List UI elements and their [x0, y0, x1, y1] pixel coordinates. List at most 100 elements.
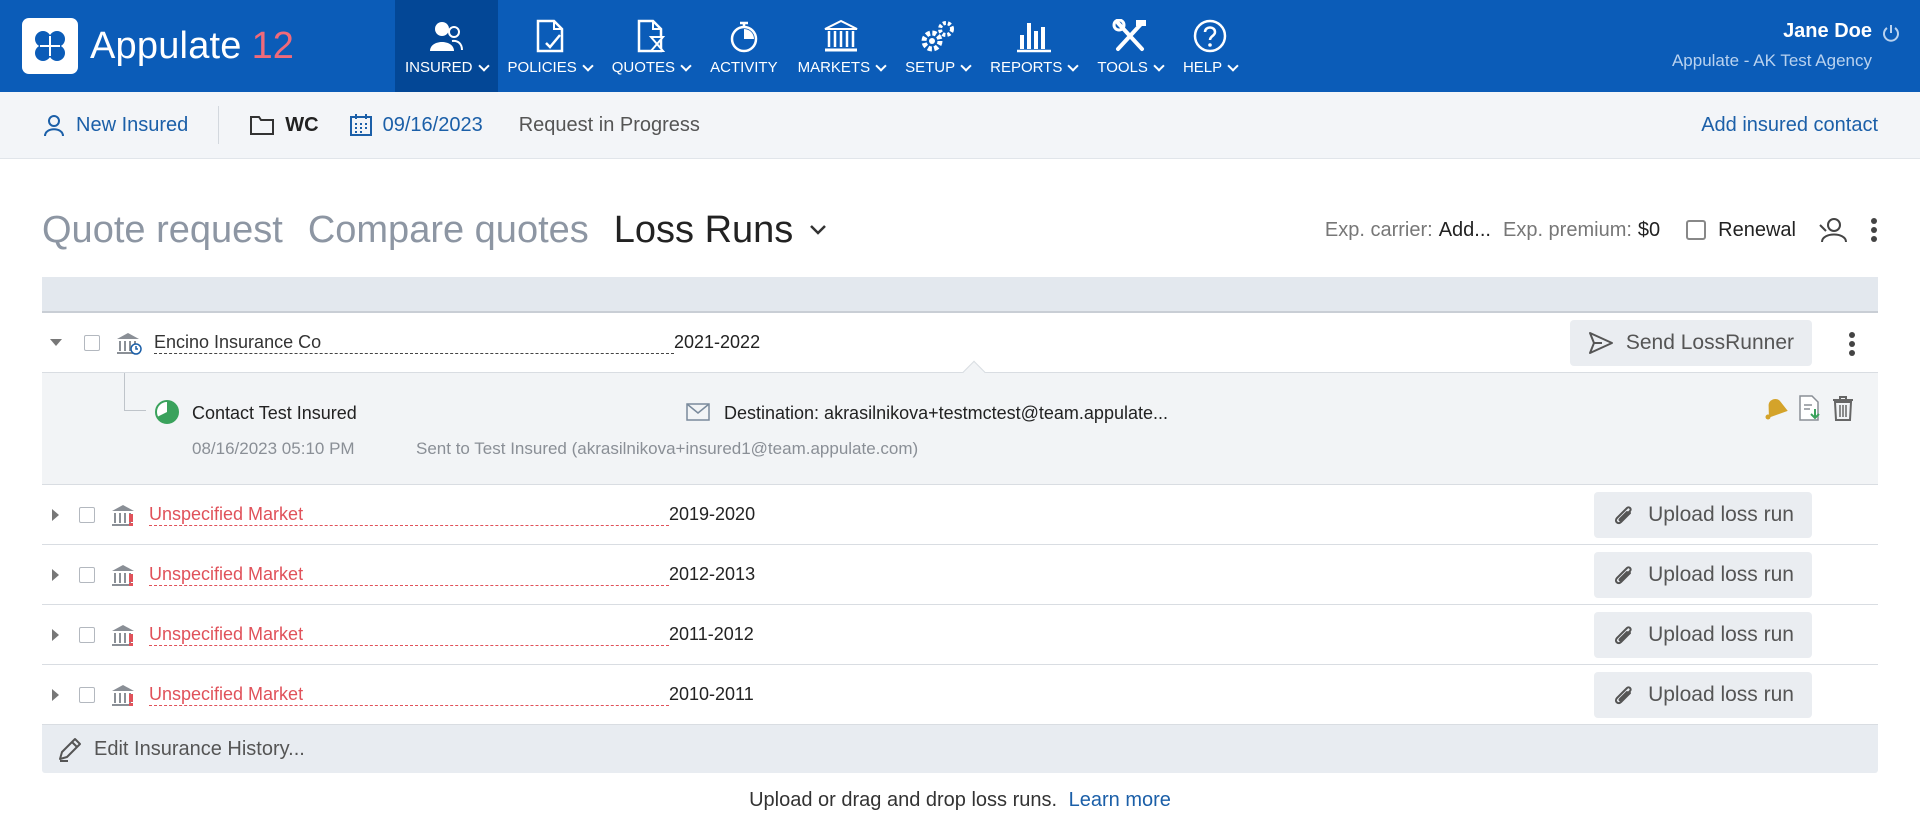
more-vertical-icon[interactable]: [1870, 217, 1878, 243]
envelope-icon: [686, 403, 710, 421]
tab-compare-quotes[interactable]: Compare quotes: [308, 209, 589, 252]
nav-reports-label: REPORTS: [990, 59, 1063, 76]
row-checkbox[interactable]: [84, 334, 100, 351]
exp-carrier-value[interactable]: Add...: [1439, 219, 1491, 242]
nav-reports[interactable]: REPORTS: [980, 0, 1087, 92]
nav-quotes-label: QUOTES: [611, 59, 676, 76]
nav-quotes[interactable]: QUOTES: [602, 0, 700, 92]
user-name: Jane Doe: [1783, 20, 1872, 42]
upload-loss-run-button[interactable]: Upload loss run: [1594, 611, 1812, 658]
chevron-down-icon: [582, 59, 594, 72]
renewal-label: Renewal: [1718, 218, 1796, 241]
brand[interactable]: Appulate 12: [0, 0, 395, 92]
pencil-icon: [59, 738, 81, 762]
carrier-cell: Unspecified Market: [149, 684, 669, 706]
learn-more-link[interactable]: Learn more: [1069, 789, 1171, 811]
document-download-icon[interactable]: [1798, 395, 1822, 421]
exp-carrier-label: Exp. carrier:: [1324, 218, 1433, 241]
brand-version: 12: [251, 24, 294, 67]
setup-icon: [921, 21, 954, 52]
policy-period: 2012-2013: [669, 564, 756, 584]
carrier-bank-warning-icon: [112, 504, 134, 526]
tools-icon: [1112, 19, 1147, 51]
chevron-down-icon: [1227, 59, 1239, 72]
user-agency: Appulate - AK Test Agency: [1671, 51, 1872, 70]
row-checkbox[interactable]: [79, 686, 95, 703]
sent-to: Sent to Test Insured (akrasilnikova+insu…: [416, 439, 919, 458]
tab-quote-request[interactable]: Quote request: [42, 209, 283, 252]
carrier-name[interactable]: Unspecified Market: [149, 504, 669, 526]
power-icon[interactable]: [1882, 24, 1900, 42]
paperclip-icon: [1615, 625, 1632, 644]
more-vertical-icon[interactable]: [1848, 331, 1856, 357]
expand-toggle-icon[interactable]: [52, 568, 59, 581]
collapse-toggle-icon[interactable]: [50, 339, 62, 346]
insured-link[interactable]: New Insured: [42, 113, 188, 137]
insured-icon: [430, 22, 464, 51]
paperclip-icon: [1615, 685, 1632, 704]
nav-tools[interactable]: TOOLS: [1087, 0, 1173, 92]
activity-icon: [730, 21, 758, 53]
reports-icon: [1016, 23, 1051, 53]
carrier-bank-warning-icon: [112, 564, 134, 586]
send-lossrunner-button[interactable]: Send LossRunner: [1569, 319, 1812, 366]
exp-premium-label: Exp. premium:: [1502, 218, 1632, 241]
upload-loss-run-button[interactable]: Upload loss run: [1594, 491, 1812, 538]
carrier-cell: Unspecified Market: [149, 624, 669, 646]
renewal-checkbox[interactable]: [1686, 220, 1707, 240]
nav-insured-label: INSURED: [405, 59, 473, 76]
row-checkbox[interactable]: [79, 626, 95, 643]
carrier-name[interactable]: Unspecified Market: [149, 624, 669, 646]
lob-label: WC: [285, 113, 319, 136]
nav-insured[interactable]: INSURED: [395, 0, 498, 92]
carrier-name[interactable]: Encino Insurance Co: [154, 332, 674, 354]
upload-loss-run-button[interactable]: Upload loss run: [1594, 551, 1812, 598]
edit-insurance-history-label: Edit Insurance History...: [94, 737, 305, 760]
row-checkbox[interactable]: [79, 506, 95, 523]
add-insured-contact-link[interactable]: Add insured contact: [1701, 114, 1878, 137]
carrier-name[interactable]: Unspecified Market: [149, 684, 669, 706]
nav-policies[interactable]: POLICIES: [498, 0, 602, 92]
insured-name: New Insured: [76, 113, 189, 136]
destination-email: Destination: akrasilnikova+testmctest@te…: [724, 403, 1168, 423]
chevron-down-icon: [875, 59, 887, 72]
detail-actions: [1762, 395, 1854, 421]
expand-toggle-icon[interactable]: [52, 508, 59, 521]
upload-loss-run-label: Upload loss run: [1648, 502, 1794, 526]
tab-loss-runs[interactable]: Loss Runs: [614, 209, 828, 252]
tree-branch-line: [124, 373, 146, 411]
policy-period: 2011-2012: [669, 624, 754, 644]
carrier-cell: Unspecified Market: [149, 504, 669, 526]
upload-loss-run-button[interactable]: Upload loss run: [1594, 671, 1812, 718]
carrier-bank-warning-icon: [112, 624, 134, 646]
nav-help[interactable]: HELP: [1173, 0, 1247, 92]
date-item[interactable]: 09/16/2023: [349, 113, 483, 137]
row-checkbox[interactable]: [79, 566, 95, 583]
nav-activity[interactable]: ACTIVITY: [700, 0, 788, 92]
carrier-cell: Unspecified Market: [149, 564, 669, 586]
user-menu[interactable]: Jane Doe Appulate - AK Test Agency: [1672, 20, 1900, 71]
carrier-cell: Encino Insurance Co: [154, 332, 674, 354]
carrier-name[interactable]: Unspecified Market: [149, 564, 669, 586]
edit-insurance-history-button[interactable]: Edit Insurance History...: [42, 725, 1878, 773]
table-row: Unspecified Market 2010-2011 Upload loss…: [42, 665, 1878, 725]
main-nav: INSURED POLICIES QUOTES ACTIVITY MARKETS…: [395, 0, 1247, 92]
help-icon: [1193, 19, 1227, 53]
divider: [218, 106, 220, 144]
exp-premium-value[interactable]: $0: [1638, 219, 1660, 242]
bell-icon[interactable]: [1762, 395, 1788, 421]
grid-header: [42, 277, 1878, 313]
nav-tools-label: TOOLS: [1097, 59, 1148, 76]
lob-item[interactable]: WC: [249, 113, 319, 137]
expand-toggle-icon[interactable]: [52, 688, 59, 701]
user-contact-icon[interactable]: [1816, 217, 1850, 243]
trash-icon[interactable]: [1832, 395, 1854, 421]
policy-period: 2010-2011: [669, 684, 754, 704]
nav-markets[interactable]: MARKETS: [788, 0, 896, 92]
send-icon: [1588, 331, 1613, 354]
request-date: 09/16/2023: [382, 113, 483, 136]
expand-toggle-icon[interactable]: [52, 628, 59, 641]
progress-pie-icon: [155, 400, 179, 424]
folder-icon: [250, 116, 275, 135]
nav-setup[interactable]: SETUP: [895, 0, 980, 92]
